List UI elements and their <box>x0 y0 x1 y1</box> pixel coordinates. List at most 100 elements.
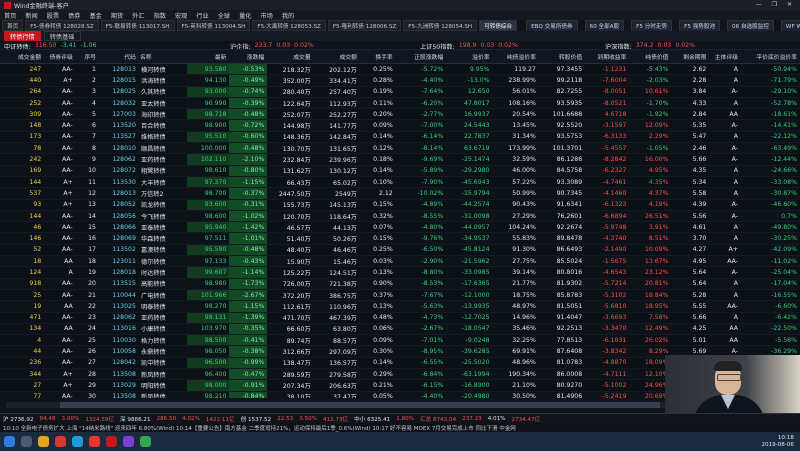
doc-tab[interactable]: F5-债券转债 128028.SZ <box>25 20 99 31</box>
table-row[interactable]: 144 AA- 14 128056 今飞转债 98.600 -1.02% 120.70万 118… <box>0 210 800 223</box>
wind-app-icon[interactable] <box>106 436 117 447</box>
table-row[interactable]: 52 AA- 17 113502 嘉澳转债 95.590 -0.48% 48.40万 46.46… <box>0 244 800 257</box>
table-row[interactable]: 124 A 19 128018 时达转债 99.607 -1.14% 125.22万 124.5… <box>0 266 800 279</box>
table-cell: 92.2674 <box>538 221 586 234</box>
table-row[interactable]: 18 AA 18 123011 德尔转债 97.133 -0.43% 15.90万 15.46万… <box>0 255 800 268</box>
table-row[interactable]: 144 A+ 11 113530 大丰转债 97.370 -1.15% 66.43万 65.02… <box>0 176 800 189</box>
table-row[interactable]: 264 AA- 3 128025 久其转债 93.000 -0.74% 280.40万 257.… <box>0 86 800 98</box>
doc-tab[interactable]: F5-隆利转债 128006.SZ <box>327 20 402 31</box>
menu-item[interactable]: 股票 <box>47 11 59 20</box>
table-row[interactable]: 4 AA- 25 110030 格力转债 98.500 -0.41% 89.74万 88.57万… <box>0 334 800 347</box>
table-row[interactable]: 19 AA 22 113025 明泰转债 98.270 -1.15% 112.61万 110.9… <box>0 300 800 313</box>
sz50-index-name: 上证50指数: <box>420 44 455 50</box>
table-row[interactable]: 169 AA- 10 128072 翔鹭转债 98.610 -0.80% 131.62万 130… <box>0 165 800 177</box>
menu-item[interactable]: 量化 <box>239 11 251 20</box>
table-cell: 113502 <box>98 244 139 257</box>
table-row[interactable]: 148 AA- 6 113520 百合转债 98.900 -0.72% 144.98万 141.… <box>0 119 800 132</box>
menu-item[interactable]: 外汇 <box>132 11 144 20</box>
table-row[interactable]: 309 AA- 5 127003 海印转债 98.718 -0.48% 252.07万 252.… <box>0 108 800 121</box>
menu-item[interactable]: 基金 <box>90 11 102 20</box>
table-cell: -13.9935 <box>446 300 493 313</box>
column-header[interactable]: 溢价率 <box>446 50 493 64</box>
view-subtab[interactable]: 转债行情 <box>4 31 41 41</box>
doc-tab[interactable]: 可转债综合 <box>479 20 518 31</box>
table-row[interactable]: 25 AA- 21 110044 广电转债 101.966 -2.67% 372.20万 386… <box>0 289 800 302</box>
table-row[interactable]: 93 A+ 13 128052 凯龙转债 93.600 -0.31% 155.73万 145.1… <box>0 199 800 211</box>
doc-tab[interactable]: F5-英科转债 113004.SH <box>176 20 251 31</box>
start-icon[interactable] <box>4 436 15 447</box>
column-header[interactable]: 纯债价值 <box>629 50 672 64</box>
menu-item[interactable]: 期货 <box>111 11 123 20</box>
table-row[interactable]: 134 AA 24 113016 小康转债 103.970 -0.35% 66.60万 63.8… <box>0 323 800 336</box>
column-header[interactable]: 正股涨跌幅 <box>395 50 447 64</box>
table-row[interactable]: 173 AA- 7 113527 维格转债 95.510 -0.60% 148.36万 142.… <box>0 131 800 144</box>
browser-icon[interactable] <box>55 436 66 447</box>
edge-icon[interactable] <box>72 436 83 447</box>
window-controls[interactable]: — ❐ ✕ <box>756 1 796 8</box>
column-header[interactable]: 成交额 <box>313 50 360 64</box>
table-row[interactable]: 918 AA- 20 113515 高能转债 98.980 -1.73% 726.00万 721… <box>0 278 800 290</box>
menu-item[interactable]: 我的 <box>282 11 294 20</box>
wps-icon[interactable] <box>89 436 100 447</box>
menu-item[interactable]: 市场 <box>261 11 273 20</box>
menu-item[interactable]: 首页 <box>4 11 16 20</box>
table-row[interactable]: 252 AA- 4 128032 亚太转债 90.990 -0.39% 122.64万 112.… <box>0 97 800 110</box>
table-cell: 21.10% <box>492 379 539 392</box>
table-row[interactable]: 242 AA- 9 128062 亚药转债 102.110 -2.10% 232.84万 239… <box>0 153 800 166</box>
menu-item[interactable]: 新闻 <box>25 11 37 20</box>
menu-item[interactable]: 全球 <box>218 11 230 20</box>
table-cell: 12.650 <box>446 86 493 98</box>
table-row[interactable]: 146 AA- 16 128069 华森转债 97.511 -1.01% 51.40万 50.2… <box>0 232 800 245</box>
column-header[interactable]: 成交量 <box>267 50 314 64</box>
column-header[interactable]: 债券评级 <box>44 50 76 64</box>
column-header[interactable]: 成交金额 <box>0 50 45 64</box>
menu-item[interactable]: 债券 <box>68 11 80 20</box>
table-cell: 257.40万 <box>313 86 360 98</box>
folder-icon[interactable] <box>38 436 49 447</box>
table-row[interactable]: 46 AA- 15 128066 亚泰转债 95.940 -1.42% 46.57万 44.13… <box>0 221 800 234</box>
view-subtab[interactable]: 转债基础 <box>43 31 81 41</box>
wechat-icon[interactable] <box>140 436 151 447</box>
table-cell: -7.00% <box>395 119 447 132</box>
column-header[interactable]: 主体评级 <box>709 50 741 64</box>
doc-tab[interactable]: F5-联易转债 113017.SH <box>100 20 175 31</box>
column-header[interactable]: 涨跌幅 <box>229 50 268 64</box>
column-header[interactable]: 名称 <box>138 50 188 64</box>
table-row[interactable]: 247 AA- 1 128013 横河转债 93.580 -0.53% 218.32万 202.… <box>0 63 800 76</box>
table-row[interactable]: 78 AA- 8 128010 顺昌转债 100.000 -0.48% 130.70万 131.… <box>0 142 800 155</box>
scroll-thumb[interactable] <box>60 402 660 408</box>
column-header[interactable]: 代码 <box>98 50 139 64</box>
column-header[interactable]: 最新 <box>187 50 230 64</box>
table-row[interactable]: 440 A+ 2 128015 洪涛转债 94.130 -0.49% 352.00万 334.4… <box>0 74 800 87</box>
menu-item[interactable]: 宏观 <box>175 11 187 20</box>
news-ticker[interactable]: 10:10 全新电子债务扩大 上海 "14纳米路线" 迎来四年 6.80%(Wi… <box>0 423 800 432</box>
column-header[interactable]: 纯债溢价率 <box>492 50 539 64</box>
media-icon[interactable] <box>123 436 134 447</box>
column-header[interactable]: 换手率 <box>359 50 396 64</box>
column-header[interactable]: 转股价值 <box>538 50 586 64</box>
search-icon[interactable] <box>21 436 32 447</box>
column-header[interactable]: 到期收益率 <box>585 50 630 64</box>
column-header[interactable]: 剩余期限 <box>671 50 710 64</box>
convertible-bond-table[interactable]: 成交金额 债券评级 序号 代码 名称 最新 涨跌幅 成交量 成交额 换手率 正股涨跌幅 溢价率 纯债溢价… <box>0 50 800 398</box>
menu-item[interactable]: 指数 <box>154 11 166 20</box>
column-header[interactable]: 序号 <box>75 50 99 64</box>
quick-launch-item[interactable]: WF Wind资讯 <box>780 20 800 31</box>
table-row[interactable]: 471 AA- 23 128062 亚药转债 98.131 -1.39% 471.70万 467… <box>0 312 800 324</box>
quick-launch-item[interactable]: 60 全部A股 <box>584 20 625 31</box>
menu-item[interactable]: 行业 <box>196 11 208 20</box>
table-cell: -1.73% <box>229 278 268 290</box>
doc-tab[interactable]: F5-大禹转债 128053.SZ <box>252 20 326 31</box>
quick-launch-item[interactable]: EBQ 交易所债券 <box>526 20 578 31</box>
table-row[interactable]: 537 A+ 12 128013 万信转2 98.700 -0.37% 2447.50万 254… <box>0 187 800 200</box>
table-cell: 169 <box>0 165 45 177</box>
quick-launch-item[interactable]: F5 强势股池 <box>679 20 721 31</box>
quick-launch-item[interactable]: F5 分时走势 <box>631 20 673 31</box>
column-header[interactable]: 平价底价溢价率 <box>740 50 800 64</box>
quick-launch-item[interactable]: 06 自选股监控 <box>727 20 774 31</box>
news-ticker-text[interactable]: 10:10 全新电子债务扩大 上海 "14纳米路线" 迎来四年 6.80%(Wi… <box>3 424 516 432</box>
system-clock[interactable]: 10:18 2019-08-06 <box>761 435 794 448</box>
table-cell: 31.34% <box>492 131 539 144</box>
doc-tab[interactable]: F5-九洲转债 128054.SH <box>403 20 478 31</box>
doc-tab[interactable]: 首页 <box>2 20 24 31</box>
